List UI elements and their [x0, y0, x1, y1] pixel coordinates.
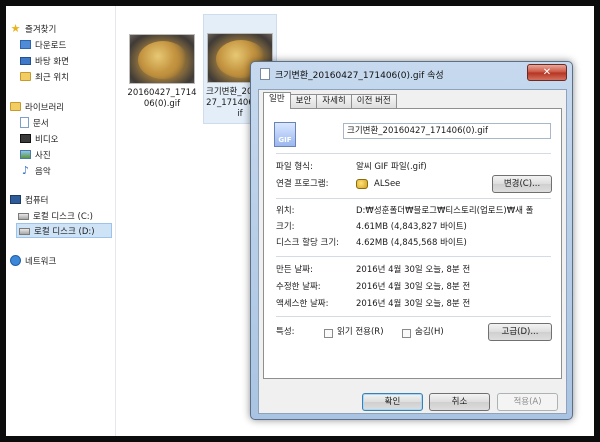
general-panel: GIF 크기변환_20160427_171406(0).gif 파일 형식: 알… [263, 108, 562, 379]
nav-favorites[interactable]: ★ 즐겨찾기 [10, 21, 57, 36]
nav-label: 최근 위치 [35, 72, 69, 83]
documents-icon [20, 117, 29, 128]
nav-network[interactable]: 네트워크 [10, 253, 56, 268]
nav-label: 사진 [35, 150, 51, 161]
file-name: 20160427_171406(0).gif [127, 88, 197, 109]
size-on-disk-label: 디스크 할당 크기: [276, 238, 340, 248]
file-item[interactable]: 20160427_171406(0).gif [125, 28, 199, 138]
gif-file-icon: GIF [274, 122, 296, 147]
modified-label: 수정한 날짜: [276, 282, 321, 292]
library-icon [10, 102, 21, 111]
computer-icon [10, 195, 21, 204]
location-value: D:₩성훈폴더₩블로그₩티스토리(업로드)₩새 폴 [356, 206, 534, 216]
attributes-label: 특성: [276, 327, 295, 337]
cancel-button[interactable]: 취소 [429, 393, 490, 411]
nav-label: 로컬 디스크 (C:) [33, 211, 93, 222]
dialog-title: 크기변환_20160427_171406(0).gif 속성 [275, 71, 444, 81]
nav-drive-d[interactable]: 로컬 디스크 (D:) [16, 223, 112, 238]
modified-value: 2016년 4월 30일 오늘, 8분 전 [356, 282, 471, 292]
nav-label: 비디오 [35, 134, 59, 145]
nav-desktop[interactable]: 바탕 화면 [20, 53, 69, 68]
nav-label: 음악 [35, 166, 51, 177]
tab-security[interactable]: 보안 [289, 94, 318, 109]
divider [276, 153, 551, 154]
nav-documents[interactable]: 문서 [20, 115, 49, 130]
divider [276, 256, 551, 257]
explorer-window: ★ 즐겨찾기 다운로드 바탕 화면 최근 위치 라이브러리 문서 비디오 사진 … [6, 6, 594, 436]
hidden-checkbox[interactable] [402, 329, 411, 338]
nav-downloads[interactable]: 다운로드 [20, 37, 66, 52]
video-icon [20, 134, 31, 143]
nav-label: 다운로드 [35, 40, 67, 51]
opens-with-value: ALSee [374, 179, 401, 189]
nav-videos[interactable]: 비디오 [20, 131, 58, 146]
nav-libraries[interactable]: 라이브러리 [10, 99, 64, 114]
tab-previous-versions[interactable]: 이전 버전 [350, 94, 397, 109]
properties-dialog: 크기변환_20160427_171406(0).gif 속성 ✕ 일반 보안 자… [250, 61, 573, 420]
nav-label: 즐겨찾기 [25, 24, 57, 35]
recent-places-icon [20, 72, 31, 81]
star-icon: ★ [10, 22, 21, 35]
nav-drive-c[interactable]: 로컬 디스크 (C:) [18, 208, 93, 223]
nav-label: 문서 [33, 118, 49, 129]
divider [276, 316, 551, 317]
nav-label: 네트워크 [25, 256, 57, 267]
pictures-icon [20, 150, 31, 159]
size-label: 크기: [276, 222, 295, 232]
file-type-label: 파일 형식: [276, 162, 313, 172]
drive-d-icon [19, 228, 30, 235]
apply-button[interactable]: 적용(A) [497, 393, 558, 411]
tab-details[interactable]: 자세히 [316, 94, 352, 109]
accessed-value: 2016년 4월 30일 오늘, 8분 전 [356, 299, 471, 309]
size-on-disk-value: 4.62MB (4,845,568 바이트) [356, 238, 467, 248]
nav-label: 바탕 화면 [35, 56, 69, 67]
nav-label: 컴퓨터 [25, 195, 49, 206]
ok-button[interactable]: 확인 [362, 393, 423, 411]
drive-c-icon [18, 213, 29, 220]
navigation-pane: ★ 즐겨찾기 다운로드 바탕 화면 최근 위치 라이브러리 문서 비디오 사진 … [6, 6, 116, 436]
accessed-label: 액세스한 날짜: [276, 299, 329, 309]
dialog-titlebar[interactable]: 크기변환_20160427_171406(0).gif 속성 ✕ [251, 62, 572, 86]
image-thumbnail [129, 34, 195, 84]
opens-with-label: 연결 프로그램: [276, 179, 329, 189]
file-properties-icon [260, 68, 270, 80]
nav-pictures[interactable]: 사진 [20, 147, 51, 162]
divider [276, 198, 551, 199]
nav-music[interactable]: ♪ 음악 [20, 163, 51, 178]
readonly-label[interactable]: 읽기 전용(R) [337, 325, 384, 339]
change-button[interactable]: 변경(C)... [492, 175, 552, 193]
file-name-input[interactable]: 크기변환_20160427_171406(0).gif [343, 123, 551, 139]
nav-label: 라이브러리 [25, 102, 65, 113]
file-type-value: 알씨 GIF 파일(.gif) [356, 162, 427, 172]
tab-strip: 일반 보안 자세히 이전 버전 [263, 92, 397, 109]
network-icon [10, 255, 21, 266]
size-value: 4.61MB (4,843,827 바이트) [356, 222, 467, 232]
nav-recent-places[interactable]: 최근 위치 [20, 69, 69, 84]
hidden-label[interactable]: 숨김(H) [415, 325, 444, 339]
nav-label: 로컬 디스크 (D:) [34, 226, 95, 237]
created-label: 만든 날짜: [276, 265, 313, 275]
nav-computer[interactable]: 컴퓨터 [10, 192, 48, 207]
download-folder-icon [20, 40, 31, 49]
location-label: 위치: [276, 206, 295, 216]
readonly-checkbox[interactable] [324, 329, 333, 338]
advanced-button[interactable]: 고급(D)... [488, 323, 552, 341]
desktop-icon [20, 56, 31, 65]
alsee-app-icon [356, 179, 368, 189]
dialog-body: 일반 보안 자세히 이전 버전 GIF 크기변환_20160427_171406… [258, 89, 567, 414]
created-value: 2016년 4월 30일 오늘, 8분 전 [356, 265, 471, 275]
music-icon: ♪ [21, 164, 30, 177]
tab-general[interactable]: 일반 [263, 92, 291, 109]
close-button[interactable]: ✕ [527, 64, 567, 81]
